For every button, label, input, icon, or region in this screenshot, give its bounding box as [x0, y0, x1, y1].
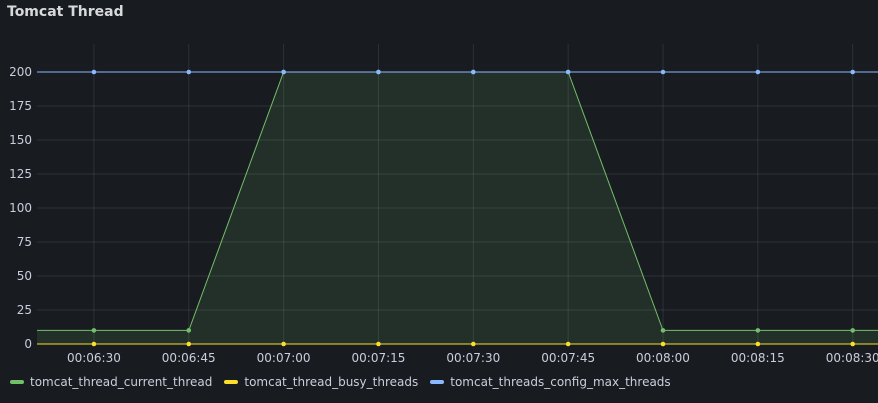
data-point: [755, 69, 761, 75]
x-tick-label: 00:07:30: [446, 351, 500, 365]
chart-panel: Tomcat Thread 0 25 50 75 100 125 150 175 200 00:…: [0, 0, 878, 403]
x-tick-label: 00:08:15: [731, 351, 785, 365]
data-point: [755, 341, 761, 347]
data-point: [850, 341, 856, 347]
data-point: [850, 328, 856, 333]
x-tick-label: 00:07:15: [352, 351, 406, 365]
data-point: [565, 69, 571, 75]
legend-swatch: [224, 380, 239, 384]
y-tick-label: 125: [9, 167, 32, 181]
data-point: [660, 341, 666, 347]
legend-item[interactable]: tomcat_thread_current_thread: [10, 375, 212, 389]
data-point: [376, 69, 381, 75]
x-tick-label: 00:07:45: [541, 351, 595, 365]
x-tick-label: 00:06:30: [67, 351, 121, 365]
legend: tomcat_thread_current_thread tomcat_threa…: [10, 375, 671, 389]
chart-area[interactable]: 0255075100125150175200 00:06:30 00:06:45 0…: [0, 0, 878, 372]
data-point: [850, 69, 856, 75]
data-point: [376, 341, 381, 347]
legend-item[interactable]: tomcat_threads_config_max_threads: [430, 375, 671, 389]
y-tick-label: 50: [17, 269, 32, 283]
data-point: [186, 69, 192, 75]
y-tick-label: 150: [9, 133, 32, 147]
data-point: [91, 341, 97, 347]
y-tick-label: 0: [24, 337, 32, 351]
data-point: [281, 69, 286, 75]
x-axis-ticks: 00:06:30 00:06:45 00:07:00 00:07:15 00:07:30…: [67, 351, 878, 365]
legend-label: tomcat_threads_config_max_threads: [450, 375, 671, 389]
x-tick-label: 00:06:45: [162, 351, 216, 365]
legend-swatch: [430, 380, 445, 384]
x-tick-label: 00:08:30: [826, 351, 878, 365]
legend-swatch: [10, 380, 24, 384]
data-point: [471, 341, 476, 347]
y-tick-label: 25: [17, 303, 32, 317]
data-point: [186, 341, 192, 347]
y-tick-label: 200: [9, 65, 32, 79]
data-point: [91, 328, 97, 333]
data-point: [565, 341, 571, 347]
x-tick-label: 00:08:00: [636, 351, 690, 365]
y-tick-label: 175: [9, 99, 32, 113]
data-point: [186, 328, 192, 333]
data-point: [660, 69, 666, 75]
data-point: [281, 341, 286, 347]
data-point: [660, 328, 666, 333]
y-tick-label: 75: [17, 235, 32, 249]
data-point: [471, 69, 476, 75]
legend-label: tomcat_thread_busy_threads: [244, 375, 419, 389]
data-point: [755, 328, 761, 333]
legend-label: tomcat_thread_current_thread: [30, 375, 213, 389]
y-axis-ticks: 0 25 50 75 100 125 150 175 200: [9, 65, 32, 351]
data-point: [91, 69, 97, 75]
y-tick-label: 100: [9, 201, 32, 215]
x-tick-label: 00:07:00: [257, 351, 311, 365]
legend-item[interactable]: tomcat_thread_busy_threads: [224, 375, 418, 389]
